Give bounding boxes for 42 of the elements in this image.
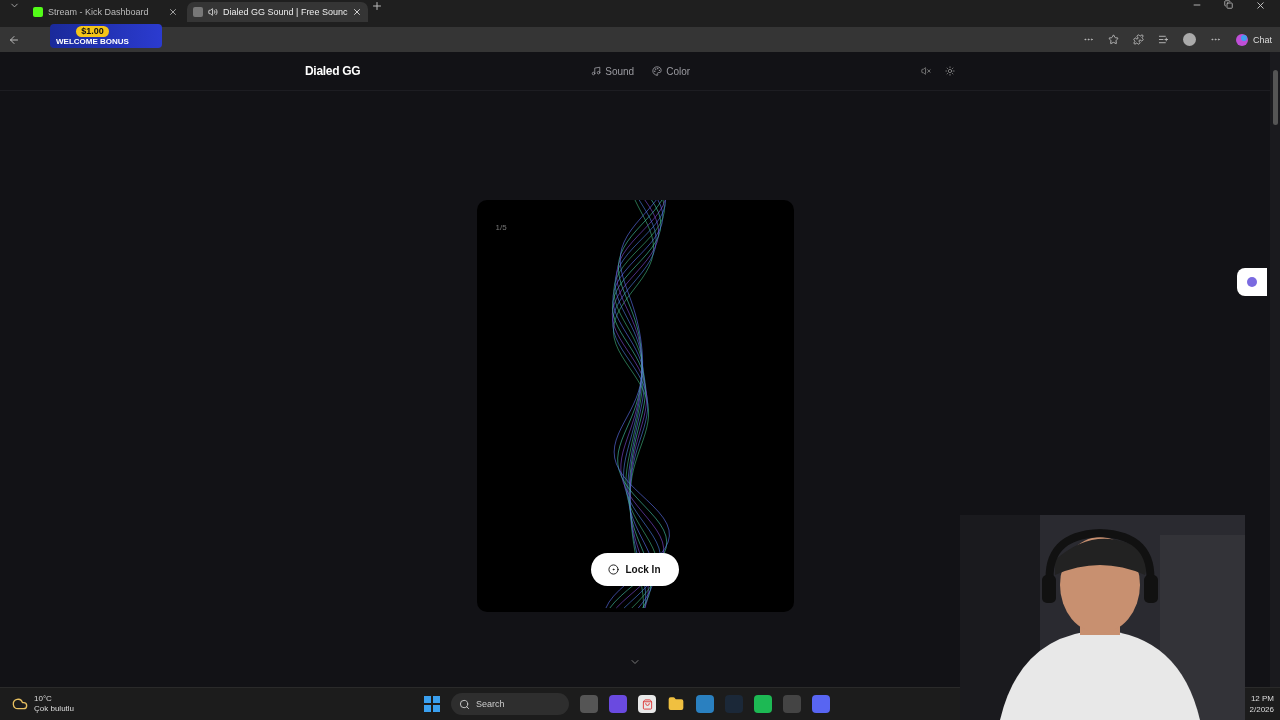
weather-temperature: 10°C <box>34 694 53 704</box>
browser-tab[interactable]: Dialed GG Sound | Free Sounc <box>187 2 369 22</box>
nav-link[interactable]: Sound <box>591 65 635 77</box>
scrollbar-thumb[interactable] <box>1272 70 1278 125</box>
restore-icon[interactable] <box>1224 0 1233 9</box>
palette-icon <box>652 66 663 76</box>
mute-icon[interactable] <box>921 66 931 76</box>
favicon-icon <box>193 7 203 17</box>
back-icon[interactable] <box>8 33 20 46</box>
extensions-icon[interactable] <box>1133 34 1144 45</box>
star-icon[interactable] <box>1108 34 1119 45</box>
store-icon[interactable] <box>638 695 656 713</box>
new-tab-icon[interactable] <box>371 0 384 12</box>
folder-icon[interactable] <box>667 695 685 713</box>
favorites-icon[interactable] <box>1158 34 1169 45</box>
site-logo[interactable]: Dialed GG <box>305 64 361 78</box>
music-note-icon <box>591 66 602 76</box>
search-icon <box>459 698 470 710</box>
browser-tab[interactable]: Stream - Kick Dashboard <box>27 2 184 22</box>
floating-button[interactable] <box>1237 268 1267 296</box>
windows-icon[interactable] <box>424 696 440 712</box>
avatar-icon[interactable] <box>1183 33 1196 46</box>
bonus-caption: WELCOME BONUS <box>56 37 129 46</box>
close-icon[interactable] <box>1255 0 1266 11</box>
clock-date: 2/2026 <box>1249 704 1274 715</box>
speaker-icon[interactable] <box>208 7 218 17</box>
sun-icon[interactable] <box>945 66 955 76</box>
bonus-amount: $1.00 <box>76 26 109 37</box>
close-icon[interactable] <box>168 7 178 17</box>
chat-logo-icon <box>1235 32 1249 47</box>
slide-counter: 1/5 <box>495 223 507 232</box>
target-icon <box>608 564 620 575</box>
lock-in-button[interactable]: Lock In <box>590 553 679 586</box>
close-icon[interactable] <box>352 7 363 17</box>
weather-icon[interactable] <box>12 696 28 712</box>
search-field[interactable]: Search <box>451 693 569 715</box>
nav-link[interactable]: Color <box>652 65 691 77</box>
chat-button[interactable]: Chat <box>1235 32 1272 47</box>
dot-icon <box>1246 276 1258 288</box>
clock-time: 12 PM <box>1250 693 1274 704</box>
weather-condition: Çok bulutlu <box>34 704 75 714</box>
favicon-icon <box>33 7 43 17</box>
